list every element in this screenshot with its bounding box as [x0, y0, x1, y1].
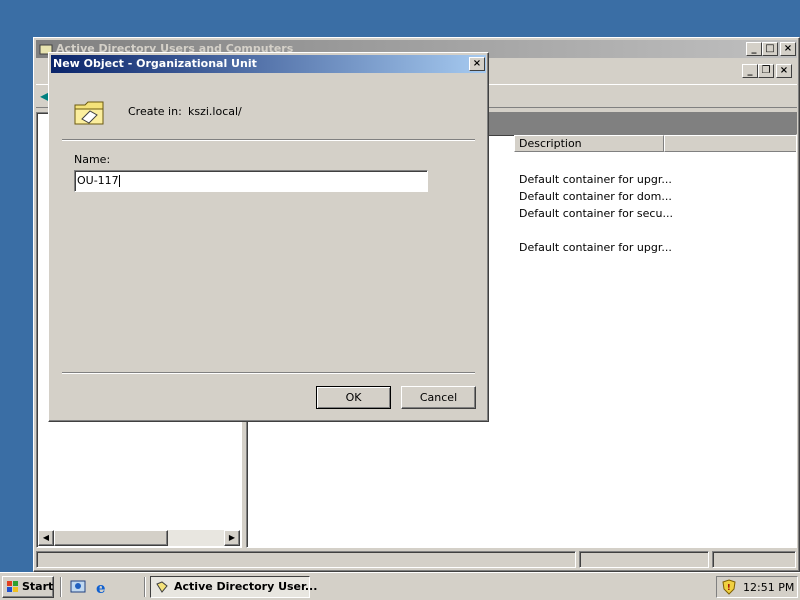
name-input[interactable]: OU-117	[74, 170, 428, 192]
status-panel-3	[712, 551, 796, 568]
dialog-separator-top	[62, 139, 475, 141]
maximize-button[interactable]: □	[762, 42, 778, 56]
column-header-filler	[664, 135, 796, 152]
cancel-button[interactable]: Cancel	[401, 386, 476, 409]
ok-button[interactable]: OK	[316, 386, 391, 409]
start-button[interactable]: Start	[2, 576, 54, 598]
system-tray: ! 12:51 PM	[716, 576, 798, 598]
child-close-button[interactable]: ×	[776, 64, 792, 78]
text-cursor	[118, 175, 120, 187]
tree-horizontal-scrollbar[interactable]: ◀ ▶	[38, 530, 240, 546]
mmc-task-icon	[155, 580, 169, 594]
status-panel-1	[36, 551, 576, 568]
dialog-close-button[interactable]: ×	[469, 57, 485, 71]
clock: 12:51 PM	[743, 581, 795, 594]
minimize-button[interactable]: _	[746, 42, 762, 56]
dialog-separator-bottom	[62, 372, 475, 374]
list-item[interactable]: Default container for dom...	[519, 190, 672, 203]
scroll-left-button[interactable]: ◀	[38, 530, 54, 546]
svg-text:!: !	[727, 583, 731, 592]
close-button[interactable]: ×	[780, 42, 796, 56]
security-shield-icon[interactable]: !	[721, 579, 737, 595]
svg-text:e: e	[96, 579, 106, 595]
column-header-description[interactable]: Description	[514, 135, 664, 152]
taskbar-divider-2	[144, 577, 146, 597]
new-ou-dialog: New Object - Organizational Unit × Creat…	[48, 52, 489, 422]
list-item[interactable]: Default container for upgr...	[519, 173, 672, 186]
scroll-right-button[interactable]: ▶	[224, 530, 240, 546]
dialog-title: New Object - Organizational Unit	[53, 57, 257, 70]
show-desktop-icon[interactable]	[70, 579, 86, 595]
windows-logo-icon	[6, 580, 20, 594]
scroll-thumb[interactable]	[54, 530, 168, 546]
child-restore-button[interactable]: ❐	[758, 64, 774, 78]
dialog-title-bar[interactable]: New Object - Organizational Unit ×	[51, 55, 486, 73]
taskbar: Start e Active Directory User... ! 12:51…	[0, 572, 800, 600]
taskbar-divider	[60, 577, 62, 597]
task-button-active-directory[interactable]: Active Directory User...	[150, 576, 317, 598]
list-item[interactable]: Default container for secu...	[519, 207, 673, 220]
child-minimize-button[interactable]: _	[742, 64, 758, 78]
list-item[interactable]: Default container for upgr...	[519, 241, 672, 254]
internet-explorer-icon[interactable]: e	[94, 579, 110, 597]
name-label: Name:	[74, 153, 111, 166]
create-in-label: Create in:	[128, 105, 182, 118]
create-in-value: kszi.local/	[188, 105, 242, 118]
status-panel-2	[579, 551, 709, 568]
folder-icon	[73, 97, 107, 127]
status-bar	[36, 550, 797, 569]
